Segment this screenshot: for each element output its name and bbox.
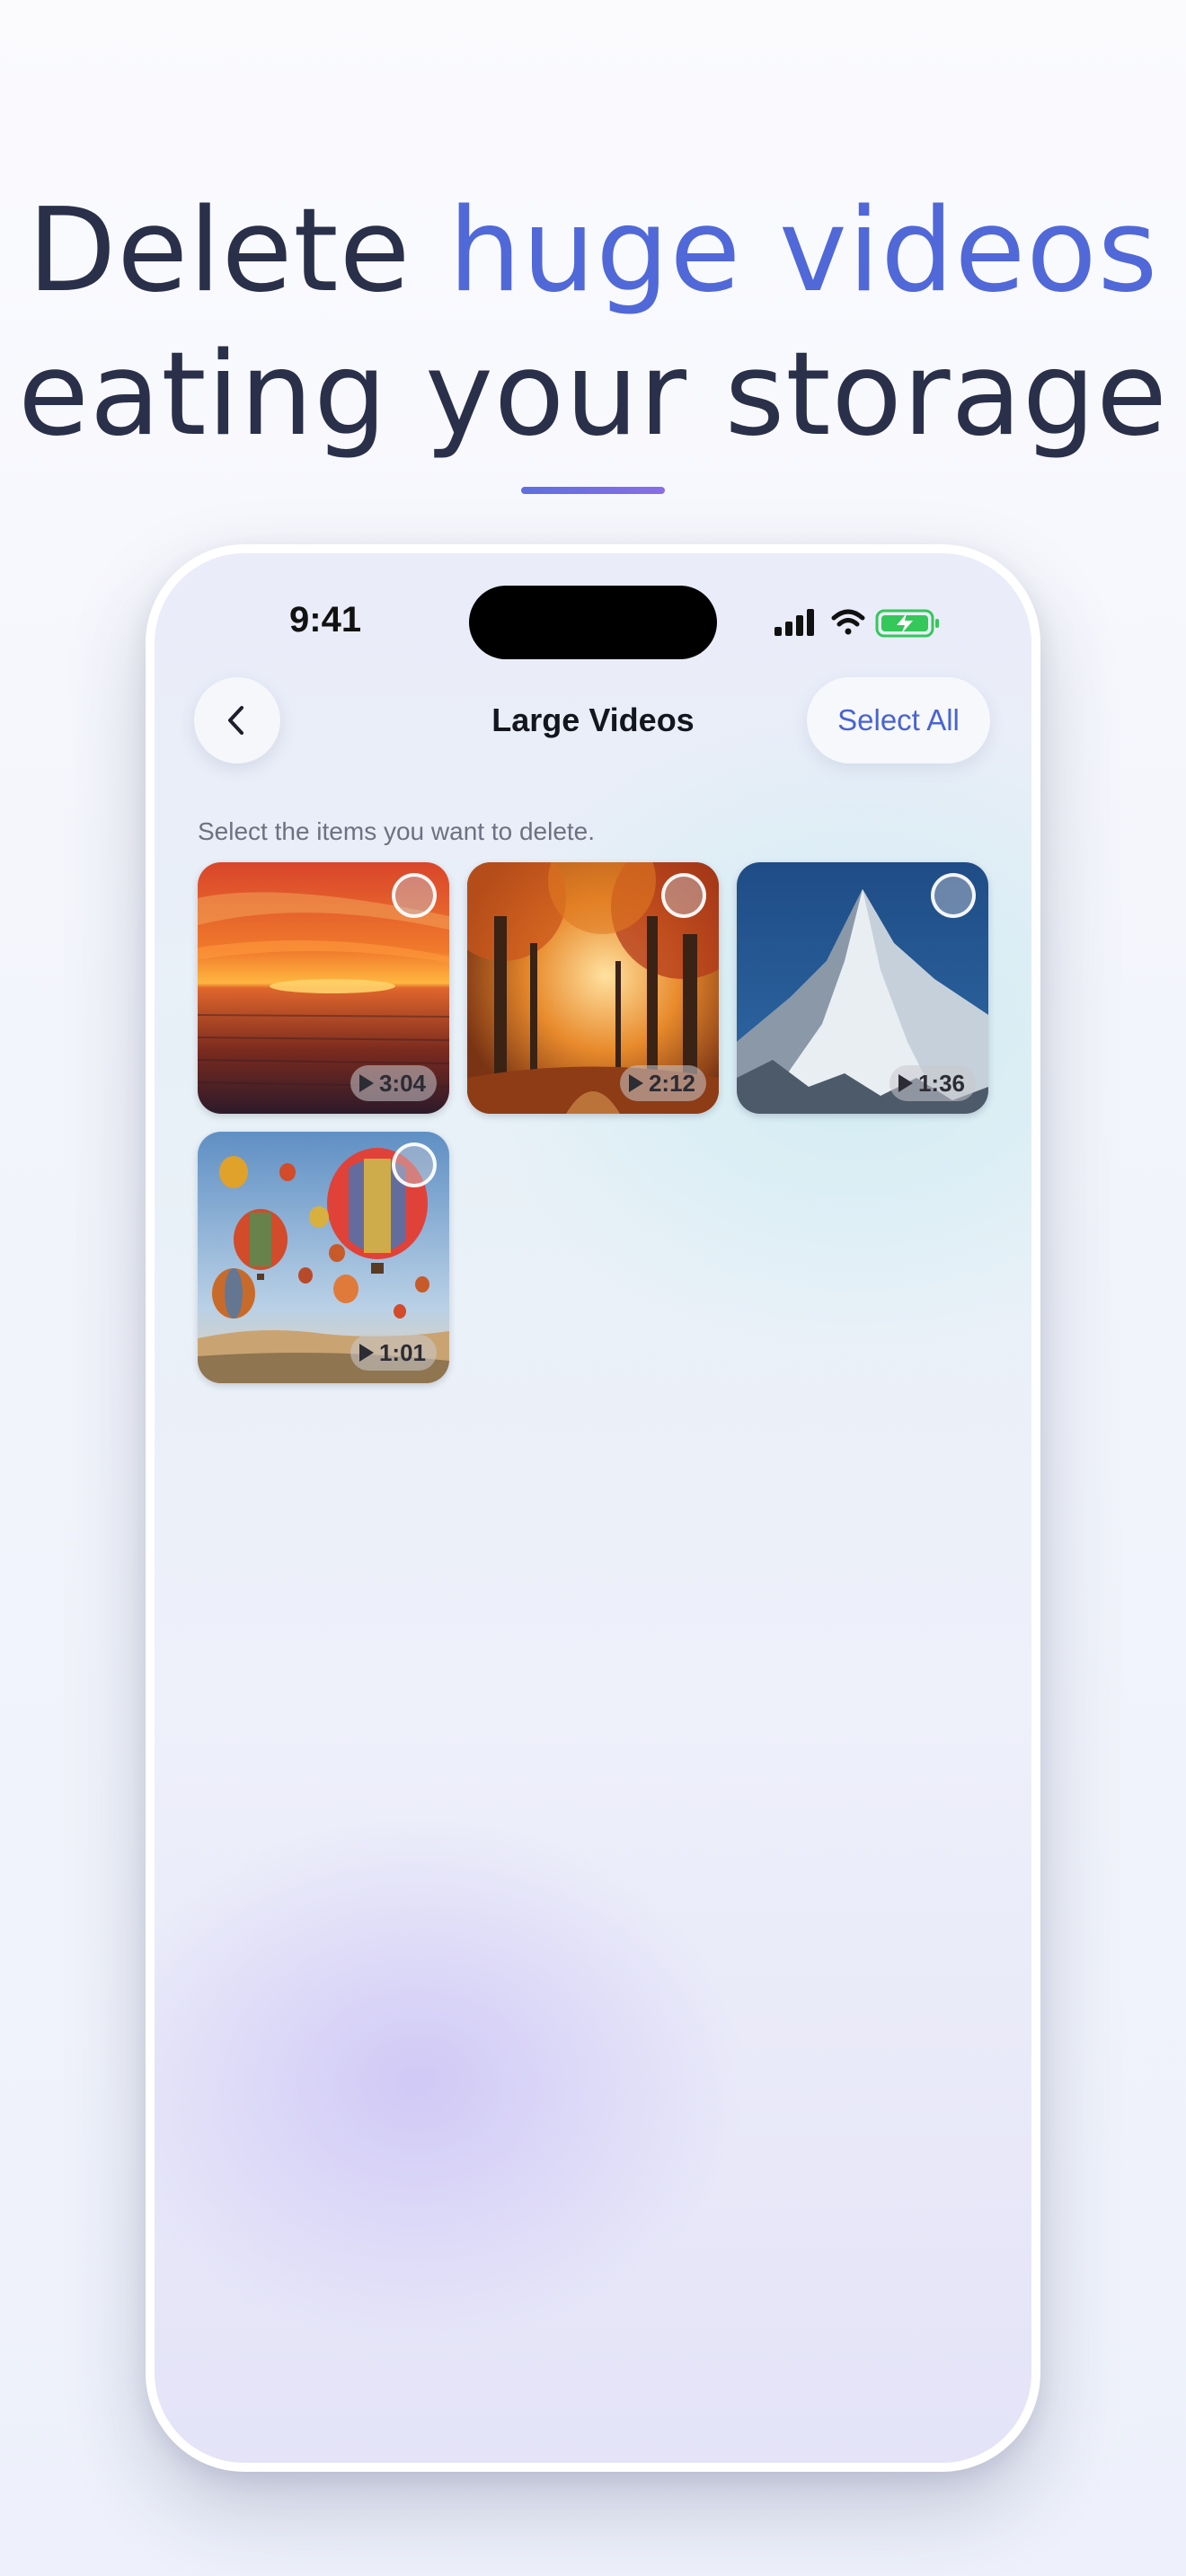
headline-plain-text: Delete [27,184,448,318]
duration-badge: 2:12 [619,1065,706,1101]
headline-accent-text: huge videos [448,184,1159,318]
headline-line-2: eating your storage [18,328,1168,462]
play-icon [898,1074,913,1092]
headline-line-1: Delete huge videos [0,180,1186,323]
instruction-text: Select the items you want to delete. [198,817,596,845]
phone-frame: 9:41 Large Videos Select All Select the … [146,544,1040,2472]
battery-charging-icon [875,609,939,638]
duration-badge: 1:36 [889,1065,976,1101]
cellular-signal-icon [774,609,814,636]
duration-badge: 1:01 [350,1335,437,1371]
status-time: 9:41 [289,600,362,640]
select-all-button[interactable]: Select All [807,677,990,763]
duration-label: 2:12 [648,1069,695,1097]
select-checkbox[interactable] [392,873,437,918]
video-tile[interactable]: 1:01 [198,1132,449,1383]
status-icons [774,609,939,638]
duration-badge: 3:04 [350,1065,437,1101]
marketing-headline: Delete huge videos eating your storage [0,180,1186,467]
headline-underline [521,487,665,494]
dynamic-island [469,586,717,659]
duration-label: 3:04 [378,1069,426,1097]
video-grid: 3:04 2:12 1:36 1:01 [198,862,990,1401]
select-checkbox[interactable] [931,873,976,918]
phone-screen: 9:41 Large Videos Select All Select the … [155,553,1031,2463]
video-tile[interactable]: 3:04 [198,862,449,1114]
play-icon [358,1344,374,1362]
wifi-icon [831,609,865,635]
video-tile[interactable]: 2:12 [467,862,719,1114]
play-icon [358,1074,374,1092]
duration-label: 1:01 [378,1338,426,1366]
duration-label: 1:36 [917,1069,965,1097]
select-checkbox[interactable] [661,873,706,918]
video-tile[interactable]: 1:36 [737,862,988,1114]
select-checkbox[interactable] [392,1142,437,1187]
play-icon [628,1074,643,1092]
